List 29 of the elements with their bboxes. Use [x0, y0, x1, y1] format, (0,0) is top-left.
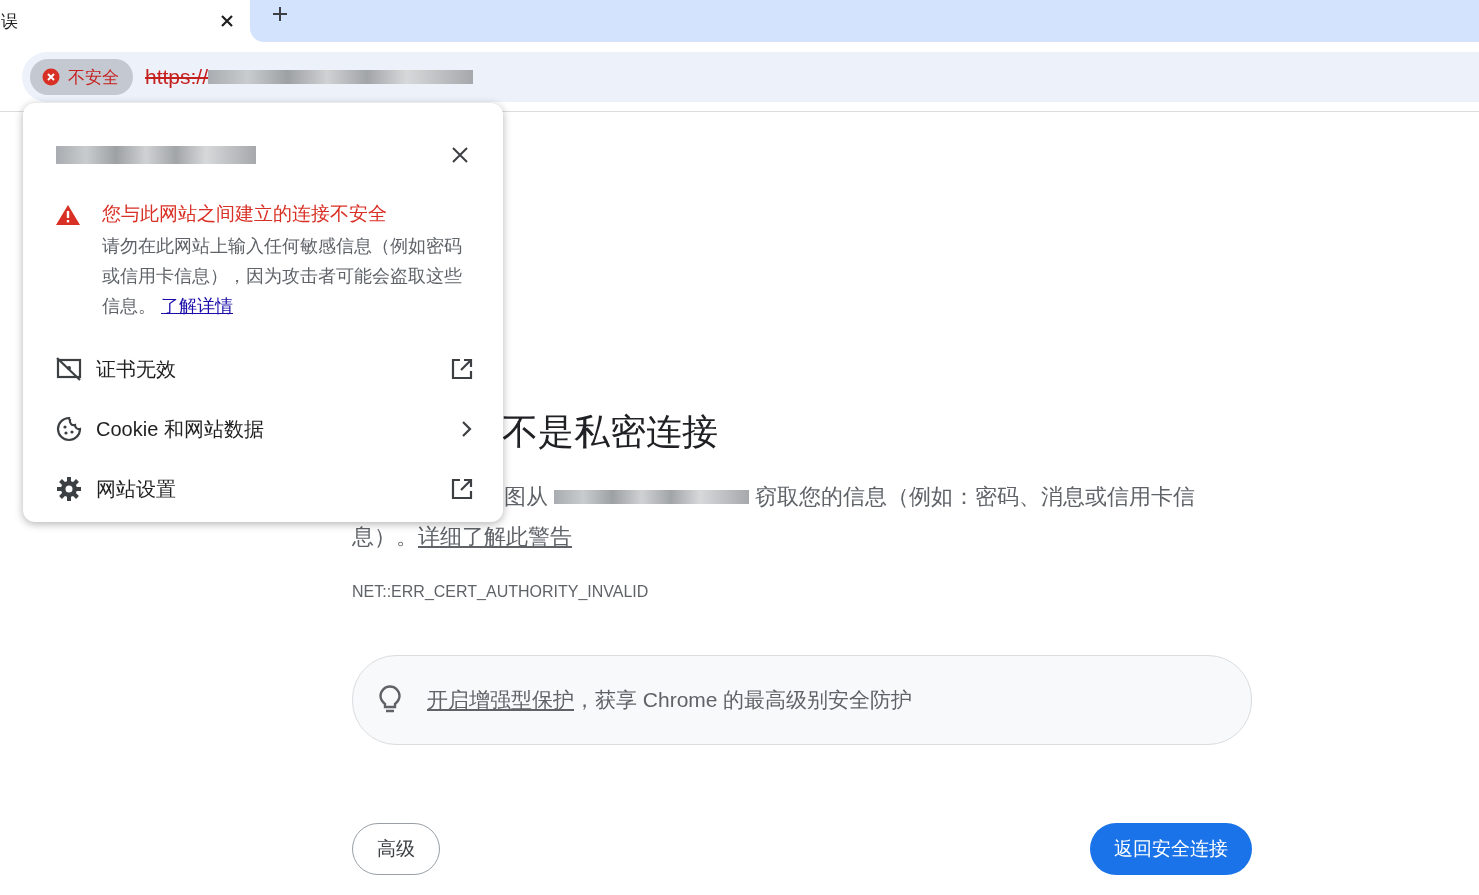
- close-icon[interactable]: [220, 14, 234, 28]
- back-to-safety-button[interactable]: 返回安全连接: [1090, 823, 1252, 875]
- close-icon[interactable]: [451, 146, 469, 164]
- enhanced-protection-link[interactable]: 开启增强型保护: [427, 688, 574, 711]
- promo-text: 开启增强型保护，获享 Chrome 的最高级别安全防护: [427, 687, 913, 713]
- gear-icon: [56, 476, 82, 502]
- advanced-button[interactable]: 高级: [352, 823, 440, 875]
- popup-menu-item[interactable]: Cookie 和网站数据: [56, 399, 475, 459]
- warning-title: 您与此网站之间建立的连接不安全: [102, 202, 388, 226]
- error-code: NET::ERR_CERT_AUTHORITY_INVALID: [352, 583, 650, 601]
- popup-menu-item[interactable]: 证书无效: [56, 339, 475, 399]
- learn-more-link[interactable]: 了解详情: [161, 296, 233, 316]
- page-heading: 不是私密连接: [502, 410, 718, 454]
- crossed-certificate-icon: [56, 357, 82, 381]
- lightbulb-icon: [377, 685, 403, 715]
- new-tab-icon[interactable]: [272, 6, 288, 22]
- cookie-icon: [56, 416, 82, 442]
- external-link-icon: [451, 358, 473, 380]
- url-scheme: https://: [145, 65, 209, 89]
- security-label: 不安全: [68, 66, 119, 89]
- popup-menu-item[interactable]: 网站设置: [56, 459, 475, 519]
- address-bar[interactable]: 不安全 https://: [22, 52, 1479, 102]
- warning-icon: [56, 205, 80, 225]
- chevron-right-icon: [461, 420, 473, 438]
- security-chip[interactable]: 不安全: [30, 59, 133, 95]
- learn-more-link[interactable]: 详细了解此警告: [418, 524, 572, 549]
- error-icon: [42, 68, 60, 86]
- warning-description: 请勿在此网站上输入任何敏感信息（例如密码或信用卡信息），因为攻击者可能会盗取这些信息。 了解详情: [102, 235, 463, 318]
- external-link-icon: [451, 478, 473, 500]
